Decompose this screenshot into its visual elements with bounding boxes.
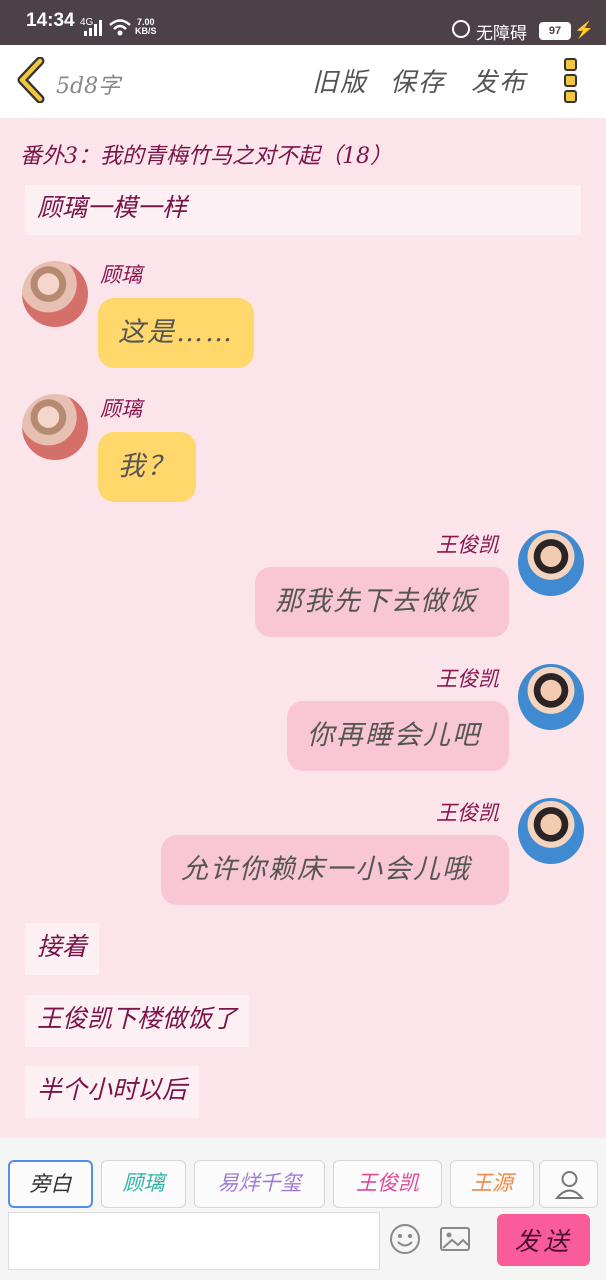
send-button[interactable]: 发送: [497, 1214, 590, 1266]
status-bar: 14:34 4G 7.00 KB/S 无障碍 97 ⚡: [0, 0, 606, 45]
role-label: 顾璃: [122, 1171, 165, 1195]
more-menu-icon[interactable]: [564, 58, 580, 106]
wifi-icon: [109, 19, 131, 36]
narration-item[interactable]: 接着: [25, 923, 100, 975]
role-label: 王源: [471, 1171, 513, 1195]
message-input[interactable]: [8, 1212, 380, 1270]
accessibility-label: 无障碍: [476, 24, 527, 43]
role-narrator[interactable]: 旁白: [8, 1160, 93, 1208]
emoji-icon[interactable]: [388, 1222, 422, 1256]
user-icon: [554, 1171, 585, 1199]
message-bubble[interactable]: 这是……: [98, 298, 254, 368]
narration-item[interactable]: 王俊凯下楼做饭了: [25, 995, 250, 1047]
charging-icon: ⚡: [574, 22, 594, 39]
editor-header: 5d8字 旧版 保存 发布: [0, 45, 606, 118]
message-sender: 顾璃: [100, 263, 142, 287]
avatar-wang-junkai: [518, 530, 584, 596]
speed-unit: KB/S: [135, 26, 157, 36]
avatar-gu-li: [22, 394, 88, 460]
message-sender: 王俊凯: [436, 533, 499, 557]
role-label: 旁白: [29, 1172, 72, 1196]
message-bubble[interactable]: 我？: [98, 432, 196, 502]
status-time: 14:34: [26, 10, 75, 31]
role-wang-yuan[interactable]: 王源: [450, 1160, 534, 1208]
network-speed: 7.00 KB/S: [135, 18, 157, 36]
save-button[interactable]: 保存: [390, 62, 446, 99]
word-count: 5d8字: [56, 74, 121, 99]
battery-level: 97: [539, 22, 571, 40]
publish-button[interactable]: 发布: [471, 62, 527, 99]
role-wang-junkai[interactable]: 王俊凯: [333, 1160, 442, 1208]
chapter-title: 番外3：我的青梅竹马之对不起（18）: [20, 144, 392, 169]
add-role-button[interactable]: [539, 1160, 598, 1208]
role-label: 王俊凯: [356, 1171, 419, 1195]
image-icon[interactable]: [438, 1222, 472, 1256]
composer-panel: 旁白 顾璃 易烊千玺 王俊凯 王源 发送: [0, 1138, 606, 1280]
avatar-gu-li: [22, 261, 88, 327]
message-sender: 王俊凯: [436, 801, 499, 825]
role-label: 易烊千玺: [217, 1171, 302, 1195]
accessibility-icon: [452, 20, 470, 38]
role-yi-yangqianxi[interactable]: 易烊千玺: [194, 1160, 325, 1208]
back-chevron-icon[interactable]: [14, 57, 48, 103]
role-gu-li[interactable]: 顾璃: [101, 1160, 186, 1208]
message-sender: 顾璃: [100, 397, 142, 421]
old-version-button[interactable]: 旧版: [312, 62, 368, 99]
narration-item[interactable]: 顾璃一模一样: [25, 185, 581, 235]
message-sender: 王俊凯: [436, 667, 499, 691]
avatar-wang-junkai: [518, 664, 584, 730]
signal-icon: [84, 20, 102, 36]
narration-item[interactable]: 半个小时以后: [25, 1066, 200, 1118]
message-bubble[interactable]: 允许你赖床一小会儿哦: [161, 835, 509, 905]
message-bubble[interactable]: 你再睡会儿吧: [287, 701, 509, 771]
avatar-wang-junkai: [518, 798, 584, 864]
message-bubble[interactable]: 那我先下去做饭: [255, 567, 509, 637]
